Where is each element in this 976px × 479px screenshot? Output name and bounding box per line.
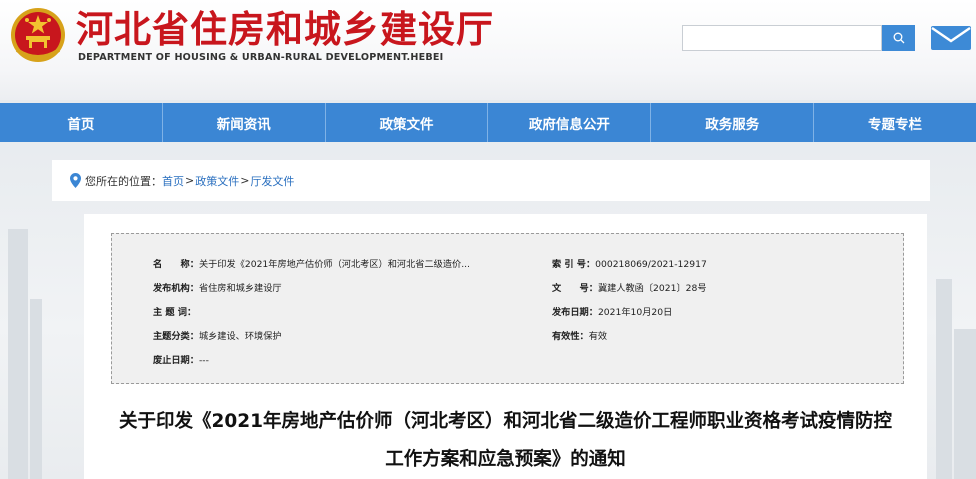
breadcrumb-separator: > <box>185 174 195 187</box>
breadcrumb-separator: > <box>240 174 250 187</box>
nav-item-home[interactable]: 首页 <box>0 103 163 142</box>
site-title: 河北省住房和城乡建设厅 <box>76 8 494 51</box>
meta-expire: 废止日期：--- <box>153 352 209 366</box>
location-pin-icon <box>70 173 81 188</box>
search-button[interactable] <box>882 25 915 51</box>
meta-name-key: 名 称： <box>153 259 199 270</box>
meta-expire-value: --- <box>198 355 209 366</box>
meta-issuer-value: 省住房和城乡建设厅 <box>198 283 282 294</box>
meta-validity: 有效性：有效 <box>552 328 607 342</box>
meta-expire-key: 废止日期： <box>153 355 199 366</box>
meta-subject: 主 题 词： <box>153 304 196 318</box>
breadcrumb: 您所在的位置： 首页 > 政策文件 > 厅发文件 <box>52 160 930 201</box>
breadcrumb-home[interactable]: 首页 <box>162 173 184 189</box>
meta-index-key: 索 引 号： <box>552 259 596 270</box>
content-panel: 名 称：关于印发《2021年房地产估价师（河北考区）和河北省二级造价... 索 … <box>84 214 927 479</box>
meta-category-value: 城乡建设、环境保护 <box>198 331 282 342</box>
meta-category: 主题分类：城乡建设、环境保护 <box>153 328 282 342</box>
breadcrumb-prefix: 您所在的位置： <box>85 174 162 188</box>
meta-index: 索 引 号：000218069/2021-12917 <box>552 256 707 270</box>
article-title-line2: 工作方案和应急预案》的通知 <box>385 449 626 470</box>
meta-validity-key: 有效性： <box>552 331 589 342</box>
meta-date-value: 2021年10月20日 <box>597 307 673 318</box>
meta-validity-value: 有效 <box>588 331 608 342</box>
nav-item-topics[interactable]: 专题专栏 <box>814 103 976 142</box>
breadcrumb-policy[interactable]: 政策文件 <box>195 173 239 189</box>
meta-index-value: 000218069/2021-12917 <box>595 259 707 270</box>
breadcrumb-department-docs[interactable]: 厅发文件 <box>250 173 294 189</box>
document-metadata: 名 称：关于印发《2021年房地产估价师（河北考区）和河北省二级造价... 索 … <box>111 233 904 384</box>
meta-name: 名 称：关于印发《2021年房地产估价师（河北考区）和河北省二级造价... <box>153 256 470 270</box>
meta-name-value: 关于印发《2021年房地产估价师（河北考区）和河北省二级造价... <box>198 259 470 270</box>
national-emblem-icon <box>11 8 65 62</box>
skyline-tower <box>954 329 976 479</box>
meta-docno-key: 文 号： <box>552 283 598 294</box>
skyline-tower <box>30 299 42 479</box>
meta-subject-key: 主 题 词： <box>153 307 197 318</box>
meta-category-key: 主题分类： <box>153 331 199 342</box>
mail-icon[interactable] <box>930 24 972 52</box>
skyline-tower <box>8 229 28 479</box>
main-navigation: 首页 新闻资讯 政策文件 政府信息公开 政务服务 专题专栏 <box>0 103 976 142</box>
article-title-line1: 关于印发《2021年房地产估价师（河北考区）和河北省二级造价工程师职业资格考试疫… <box>119 411 892 432</box>
meta-date-key: 发布日期： <box>552 307 598 318</box>
meta-docno: 文 号：冀建人教函〔2021〕28号 <box>552 280 707 294</box>
article-title: 关于印发《2021年房地产估价师（河北考区）和河北省二级造价工程师职业资格考试疫… <box>84 403 927 479</box>
meta-docno-value: 冀建人教函〔2021〕28号 <box>597 283 707 294</box>
nav-item-policy[interactable]: 政策文件 <box>326 103 489 142</box>
meta-date: 发布日期：2021年10月20日 <box>552 304 672 318</box>
nav-item-services[interactable]: 政务服务 <box>651 103 815 142</box>
site-header: 河北省住房和城乡建设厅 DEPARTMENT OF HOUSING & URBA… <box>0 0 976 100</box>
search-input[interactable] <box>682 25 882 51</box>
meta-issuer: 发布机构：省住房和城乡建设厅 <box>153 280 282 294</box>
nav-item-news[interactable]: 新闻资讯 <box>163 103 326 142</box>
nav-item-gov-info[interactable]: 政府信息公开 <box>488 103 652 142</box>
site-subtitle: DEPARTMENT OF HOUSING & URBAN-RURAL DEVE… <box>78 52 444 63</box>
search-icon <box>893 32 904 44</box>
skyline-tower <box>936 279 952 479</box>
meta-issuer-key: 发布机构： <box>153 283 199 294</box>
